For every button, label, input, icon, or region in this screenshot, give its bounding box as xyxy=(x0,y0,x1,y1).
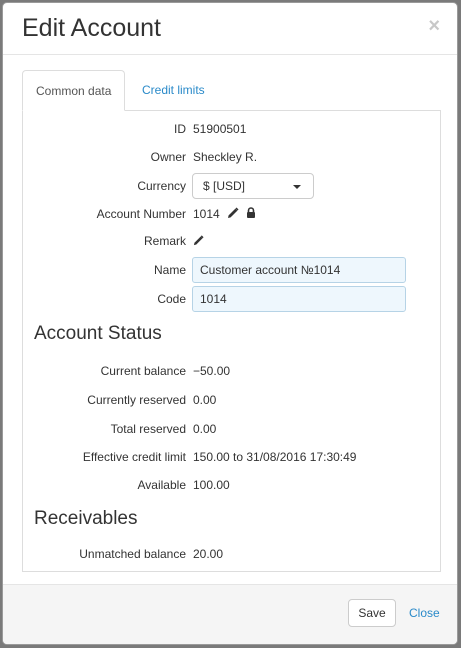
available-label: Available xyxy=(137,478,186,492)
unmatched-balance-value: 20.00 xyxy=(193,547,224,561)
common-data-panel: ID 51900501 Owner Sheckley R. Currency $… xyxy=(22,110,441,572)
owner-row: Owner Sheckley R. xyxy=(23,144,440,170)
account-number-row: Account Number 1014 xyxy=(23,201,440,227)
tab-credit-limits[interactable]: Credit limits xyxy=(129,70,218,111)
available-row: Available 100.00 xyxy=(23,472,440,498)
modal-header: Edit Account × xyxy=(3,3,457,55)
close-link[interactable]: Close xyxy=(409,599,440,627)
total-reserved-label: Total reserved xyxy=(110,422,186,436)
account-status-heading: Account Status xyxy=(34,323,162,344)
current-balance-row: Current balance −50.00 xyxy=(23,358,440,384)
owner-label: Owner xyxy=(150,150,186,164)
tab-common-data[interactable]: Common data xyxy=(22,70,126,111)
lock-icon xyxy=(246,202,256,228)
name-label: Name xyxy=(153,263,186,277)
account-number-value-wrap: 1014 xyxy=(193,201,256,228)
effective-credit-limit-row: Effective credit limit 150.00 to 31/08/2… xyxy=(23,444,440,470)
name-row: Name xyxy=(23,257,440,283)
total-reserved-value: 0.00 xyxy=(193,422,217,436)
currently-reserved-row: Currently reserved 0.00 xyxy=(23,387,440,413)
effective-credit-limit-label: Effective credit limit xyxy=(82,450,186,464)
account-number-label: Account Number xyxy=(96,207,186,221)
pencil-icon[interactable] xyxy=(227,202,239,228)
remark-label: Remark xyxy=(143,234,186,248)
currency-selected-value: $ [USD] xyxy=(203,179,246,193)
owner-value: Sheckley R. xyxy=(193,150,258,164)
pencil-icon[interactable] xyxy=(193,229,204,255)
account-number-value: 1014 xyxy=(193,207,220,221)
unmatched-balance-row: Unmatched balance 20.00 xyxy=(23,541,440,567)
current-balance-value: −50.00 xyxy=(193,364,231,378)
id-label: ID xyxy=(174,122,186,136)
save-button[interactable]: Save xyxy=(348,599,396,627)
tab-bar: Common data Credit limits xyxy=(22,70,441,111)
currency-label: Currency xyxy=(137,179,186,193)
modal-title: Edit Account xyxy=(22,14,161,42)
edit-account-modal: Edit Account × Common data Credit limits… xyxy=(2,2,458,645)
name-field[interactable] xyxy=(192,257,406,283)
receivables-heading: Receivables xyxy=(34,508,138,529)
caret-down-icon xyxy=(293,185,301,189)
code-field[interactable] xyxy=(192,286,406,312)
id-row: ID 51900501 xyxy=(23,116,440,142)
close-icon[interactable]: × xyxy=(428,16,440,36)
effective-credit-limit-value: 150.00 to 31/08/2016 17:30:49 xyxy=(193,450,357,464)
available-value: 100.00 xyxy=(193,478,230,492)
code-row: Code xyxy=(23,286,440,312)
currently-reserved-value: 0.00 xyxy=(193,393,217,407)
unmatched-balance-label: Unmatched balance xyxy=(79,547,186,561)
currently-reserved-label: Currently reserved xyxy=(87,393,186,407)
id-value: 51900501 xyxy=(193,122,247,136)
code-label: Code xyxy=(157,292,186,306)
remark-value-wrap xyxy=(193,228,204,255)
currency-select[interactable]: $ [USD] xyxy=(192,173,314,199)
currency-row: Currency $ [USD] xyxy=(23,173,440,199)
current-balance-label: Current balance xyxy=(100,364,186,378)
modal-footer: Save Close xyxy=(3,584,457,644)
total-reserved-row: Total reserved 0.00 xyxy=(23,416,440,442)
remark-row: Remark xyxy=(23,228,440,254)
